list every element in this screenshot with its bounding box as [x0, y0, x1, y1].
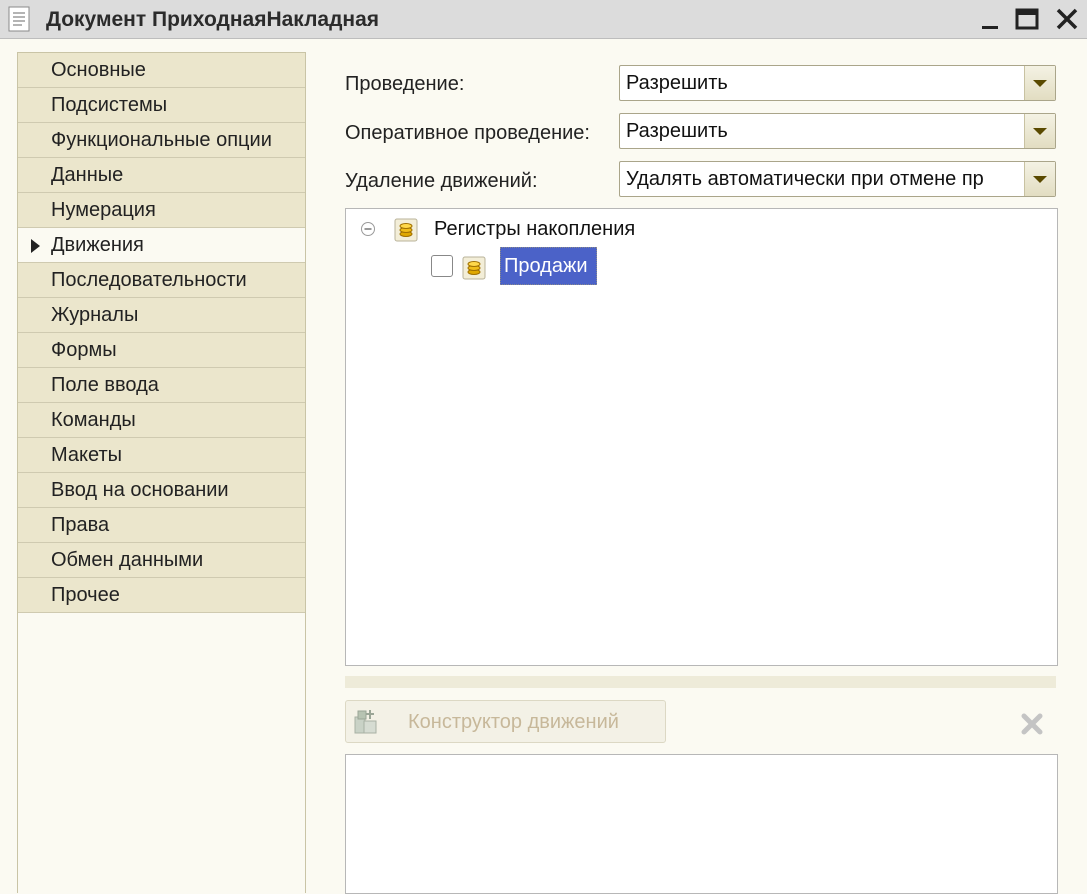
nav-item-label: Поле ввода — [51, 374, 159, 396]
title-bar: Документ ПриходнаяНакладная — [0, 0, 1087, 39]
nav-item[interactable]: Движения — [18, 228, 305, 263]
dropdown-button[interactable] — [1024, 66, 1055, 100]
realtime-posting-value: Разрешить — [626, 120, 728, 142]
posting-label: Проведение: — [345, 73, 465, 95]
nav-item-label: Последовательности — [51, 269, 247, 291]
current-section-arrow-icon — [31, 239, 40, 253]
tree-item-selected[interactable]: Продажи — [500, 247, 597, 285]
nav-item[interactable]: Подсистемы — [18, 88, 305, 123]
nav-item-label: Права — [51, 514, 110, 536]
nav-item[interactable]: Ввод на основании — [18, 473, 305, 508]
nav-item[interactable]: Нумерация — [18, 193, 305, 228]
tree-group-label[interactable]: Регистры накопления — [434, 218, 635, 241]
nav-item-label: Нумерация — [51, 199, 156, 221]
accumulation-register-icon — [394, 218, 418, 242]
window-title: Документ ПриходнаяНакладная — [46, 8, 380, 31]
constructor-icon — [354, 710, 377, 734]
realtime-posting-label: Оперативное проведение: — [345, 122, 590, 144]
sections-nav: Основные Подсистемы Функциональные опции Да… — [17, 52, 306, 893]
register-checkbox[interactable] — [431, 255, 453, 277]
movements-deletion-label: Удаление движений: — [345, 170, 538, 192]
nav-item-label: Основные — [51, 59, 146, 81]
posting-select[interactable]: Разрешить — [619, 65, 1056, 101]
nav-item[interactable]: Данные — [18, 158, 305, 193]
close-icon[interactable] — [1054, 6, 1080, 32]
nav-item[interactable]: Прочее — [18, 578, 305, 613]
movements-text-area[interactable] — [345, 754, 1058, 894]
nav-item-label: Обмен данными — [51, 549, 204, 571]
minimize-icon[interactable] — [978, 6, 1004, 32]
collapse-icon[interactable] — [360, 221, 376, 237]
nav-item[interactable]: Команды — [18, 403, 305, 438]
document-icon — [8, 6, 30, 32]
nav-item[interactable]: Функциональные опции — [18, 123, 305, 158]
nav-item[interactable]: Макеты — [18, 438, 305, 473]
movements-deletion-select[interactable]: Удалять автоматически при отмене пр — [619, 161, 1056, 197]
dropdown-button[interactable] — [1024, 114, 1055, 148]
nav-item-label: Журналы — [51, 304, 139, 326]
chevron-down-icon — [1033, 128, 1047, 135]
nav-item-label: Ввод на основании — [51, 479, 229, 501]
movements-deletion-value: Удалять автоматически при отмене пр — [626, 168, 984, 190]
accumulation-register-icon — [462, 256, 486, 280]
nav-item-label: Формы — [51, 339, 117, 361]
splitter[interactable] — [345, 676, 1056, 688]
nav-item-label: Макеты — [51, 444, 122, 466]
nav-item-label: Прочее — [51, 584, 120, 606]
nav-item-label: Команды — [51, 409, 136, 431]
chevron-down-icon — [1033, 80, 1047, 87]
movements-constructor-button[interactable]: Конструктор движений — [345, 700, 666, 743]
dropdown-button[interactable] — [1024, 162, 1055, 196]
nav-item[interactable]: Обмен данными — [18, 543, 305, 578]
posting-value: Разрешить — [626, 72, 728, 94]
nav-item-label: Движения — [51, 234, 144, 256]
nav-item-label: Данные — [51, 164, 124, 186]
realtime-posting-select[interactable]: Разрешить — [619, 113, 1056, 149]
nav-item[interactable]: Права — [18, 508, 305, 543]
nav-item[interactable]: Последовательности — [18, 263, 305, 298]
nav-item[interactable]: Журналы — [18, 298, 305, 333]
nav-item[interactable]: Формы — [18, 333, 305, 368]
registers-tree[interactable]: Регистры накопления Продажи — [345, 208, 1058, 666]
maximize-icon[interactable] — [1014, 6, 1040, 32]
chevron-down-icon — [1033, 176, 1047, 183]
nav-item[interactable]: Основные — [18, 53, 305, 88]
nav-item[interactable]: Поле ввода — [18, 368, 305, 403]
constructor-label: Конструктор движений — [408, 711, 619, 733]
delete-icon[interactable] — [1019, 711, 1045, 737]
nav-item-label: Подсистемы — [51, 94, 168, 116]
nav-item-label: Функциональные опции — [51, 129, 272, 151]
